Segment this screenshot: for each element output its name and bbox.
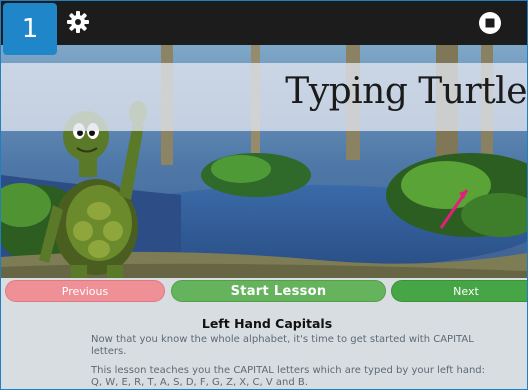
gear-icon xyxy=(67,11,89,33)
lesson-detail-text: This lesson teaches you the CAPITAL lett… xyxy=(91,365,485,388)
stop-icon xyxy=(479,12,501,34)
lesson-number-badge: 1 xyxy=(3,3,57,55)
lesson-heading: Left Hand Capitals xyxy=(201,316,333,331)
previous-button[interactable]: Previous xyxy=(5,280,165,302)
stop-button[interactable] xyxy=(477,10,503,36)
start-lesson-button[interactable]: Start Lesson xyxy=(171,280,386,302)
lesson-number: 1 xyxy=(21,14,39,44)
activity-window: 1 Typing Turtle Previous Start Lesson Ne… xyxy=(0,0,528,390)
settings-button[interactable] xyxy=(65,9,91,35)
title-scene: Typing Turtle xyxy=(1,45,527,278)
lesson-navigation: Previous Start Lesson Next xyxy=(1,278,527,302)
app-title: Typing Turtle xyxy=(285,71,527,112)
lesson-description: Left Hand Capitals Now that you know the… xyxy=(1,307,527,389)
next-button[interactable]: Next xyxy=(391,280,527,302)
lesson-intro-text: Now that you know the whole alphabet, it… xyxy=(91,334,474,357)
